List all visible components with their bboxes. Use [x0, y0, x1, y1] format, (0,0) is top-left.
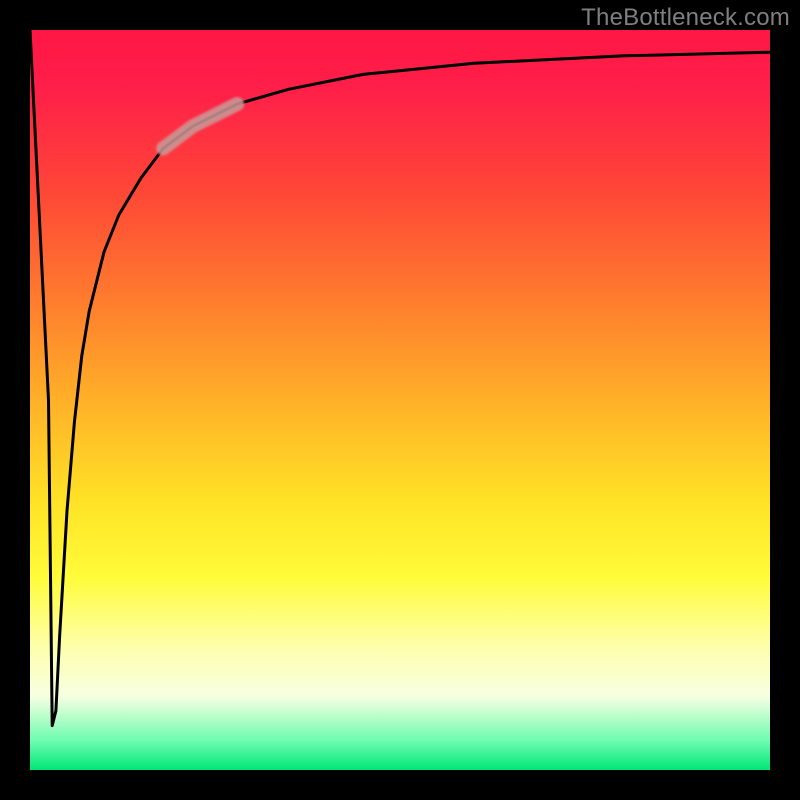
- curve-highlight-segment: [163, 104, 237, 148]
- attribution-watermark: TheBottleneck.com: [581, 4, 790, 32]
- curve-svg: [30, 30, 770, 770]
- bottleneck-curve: [30, 30, 770, 726]
- chart-frame: TheBottleneck.com: [0, 0, 800, 800]
- plot-area: [30, 30, 770, 770]
